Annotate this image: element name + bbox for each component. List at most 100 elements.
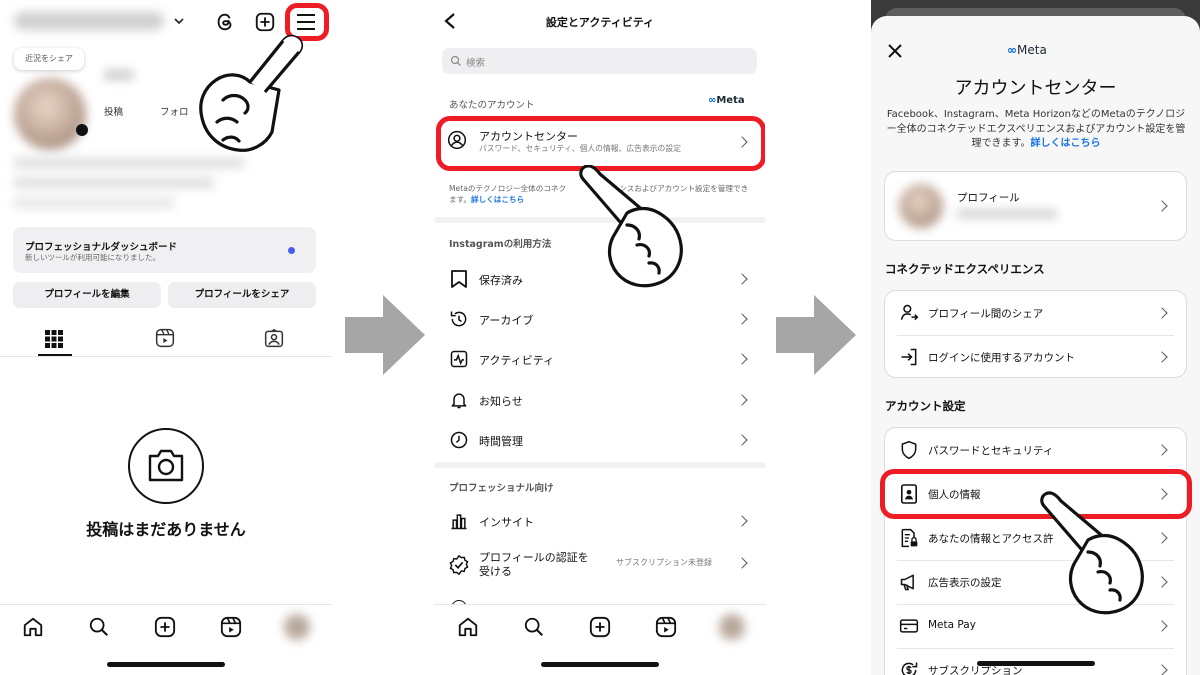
edit-profile-button[interactable]: プロフィールを編集 bbox=[13, 282, 161, 308]
archive-icon bbox=[450, 311, 467, 327]
grid-icon[interactable] bbox=[45, 330, 63, 348]
saved-label: 保存済み bbox=[479, 274, 523, 287]
settings-item-insights[interactable]: インサイト bbox=[435, 505, 765, 539]
share-profile-button[interactable]: プロフィールをシェア bbox=[168, 282, 316, 308]
professional-dashboard[interactable]: プロフェッショナルダッシュボード 新しいツールが利用可能になりました。 bbox=[13, 227, 316, 273]
profile-label: プロフィール bbox=[957, 192, 1020, 204]
clock-icon bbox=[450, 431, 468, 449]
chevron-right-icon bbox=[1156, 444, 1168, 456]
ads-label: 広告表示の設定 bbox=[928, 577, 1002, 589]
chevron-right-icon bbox=[736, 394, 748, 406]
search-icon bbox=[450, 55, 461, 66]
pointing-hand-icon bbox=[579, 165, 683, 288]
password-label: パスワードとセキュリティ bbox=[928, 445, 1054, 457]
search-icon[interactable] bbox=[88, 616, 110, 638]
connected-item-share[interactable]: プロフィール間のシェア bbox=[885, 291, 1186, 335]
username-blurred[interactable] bbox=[14, 12, 164, 30]
chevron-right-icon bbox=[1156, 664, 1168, 675]
your-info-label: あなたの情報とアクセス許 bbox=[928, 533, 1054, 545]
home-icon[interactable] bbox=[457, 616, 479, 638]
profile-names-blurred bbox=[957, 210, 1057, 218]
followers-label[interactable]: フォロ bbox=[160, 104, 189, 118]
chevron-right-icon bbox=[736, 313, 748, 325]
verified-icon bbox=[449, 554, 469, 576]
close-icon[interactable] bbox=[888, 44, 902, 58]
create-icon[interactable] bbox=[154, 616, 176, 638]
camera-icon bbox=[148, 449, 184, 482]
connected-item-login[interactable]: ログインに使用するアカウント bbox=[885, 335, 1186, 379]
tab-divider bbox=[0, 356, 332, 357]
search-icon[interactable] bbox=[523, 616, 545, 638]
menu-icon[interactable] bbox=[295, 12, 317, 32]
chevron-down-icon[interactable] bbox=[173, 16, 185, 26]
search-placeholder: 検索 bbox=[466, 58, 486, 69]
account-center-highlight bbox=[436, 116, 765, 171]
pro-label: プロフェッショナル向け bbox=[449, 483, 554, 494]
settings-item-archive[interactable]: アーカイブ bbox=[435, 303, 765, 337]
nav-divider bbox=[0, 604, 332, 605]
profile-share-icon bbox=[900, 304, 919, 321]
settings-label: アカウント設定 bbox=[885, 399, 966, 413]
chevron-right-icon bbox=[736, 353, 748, 365]
verify-label: プロフィールの認証を受ける bbox=[479, 551, 589, 578]
bell-icon bbox=[451, 393, 467, 409]
reels-icon[interactable] bbox=[220, 616, 242, 638]
account-center-screen: ∞Meta アカウントセンター Facebook、Instagram、Meta … bbox=[871, 0, 1200, 675]
shield-icon bbox=[901, 440, 917, 460]
insights-label: インサイト bbox=[479, 516, 534, 529]
chevron-right-icon bbox=[736, 557, 748, 569]
settings-item-time[interactable]: 時間管理 bbox=[435, 424, 765, 458]
archive-label: アーカイブ bbox=[479, 314, 534, 327]
subscription-icon bbox=[901, 662, 918, 675]
activity-label: アクティビティ bbox=[479, 354, 555, 367]
avatar bbox=[899, 184, 943, 228]
profile-card[interactable]: プロフィール bbox=[884, 171, 1187, 241]
activity-icon bbox=[450, 350, 468, 368]
bio-blurred bbox=[14, 198, 174, 208]
pointing-hand-icon bbox=[199, 34, 304, 152]
arrow-right-icon bbox=[776, 295, 856, 375]
time-label: 時間管理 bbox=[479, 435, 523, 448]
avatar[interactable] bbox=[14, 78, 86, 150]
learn-more-link[interactable]: 詳しくはこちら bbox=[1031, 138, 1101, 149]
card-icon bbox=[899, 619, 919, 633]
learn-more-link[interactable]: 詳しくはこちら bbox=[471, 195, 524, 204]
chevron-right-icon bbox=[1156, 620, 1168, 632]
reels-icon[interactable] bbox=[655, 616, 677, 638]
settings-item-notifications[interactable]: お知らせ bbox=[435, 384, 765, 418]
info-lock-icon bbox=[901, 528, 918, 548]
your-account-label: あなたのアカウント bbox=[449, 100, 535, 111]
usage-label: Instagramの利用方法 bbox=[449, 239, 552, 250]
login-label: ログインに使用するアカウント bbox=[928, 352, 1075, 364]
profile-avatar[interactable] bbox=[284, 614, 310, 640]
dashboard-title: プロフェッショナルダッシュボード bbox=[25, 242, 178, 253]
settings-item-activity[interactable]: アクティビティ bbox=[435, 343, 765, 377]
note-bubble[interactable]: 近況をシェア bbox=[14, 48, 84, 70]
dashboard-subtitle: 新しいツールが利用可能になりました。 bbox=[25, 253, 160, 262]
home-indicator bbox=[107, 662, 225, 667]
settings-item-verify[interactable]: プロフィールの認証を受ける サブスクリプション未登録 bbox=[435, 546, 765, 582]
reels-icon[interactable] bbox=[155, 328, 175, 348]
page-title: アカウントセンター bbox=[954, 78, 1117, 99]
profile-screen: 近況をシェア 投稿 フォロ プロフェッショナルダッシュボード 新しいツールが利用… bbox=[0, 0, 332, 675]
page-title: 設定とアクティビティ bbox=[545, 16, 655, 29]
login-icon bbox=[901, 348, 917, 366]
profile-avatar[interactable] bbox=[719, 614, 745, 640]
chevron-right-icon bbox=[1156, 200, 1168, 212]
posts-count bbox=[104, 70, 134, 80]
arrow-right-icon bbox=[345, 295, 425, 375]
home-indicator bbox=[977, 661, 1095, 666]
meta-logo: ∞Meta bbox=[708, 95, 745, 106]
settings-item-password[interactable]: パスワードとセキュリティ bbox=[885, 428, 1186, 472]
verify-status: サブスクリプション未登録 bbox=[616, 558, 712, 567]
search-input[interactable]: 検索 bbox=[442, 48, 757, 74]
chevron-right-icon bbox=[1156, 576, 1168, 588]
tagged-icon[interactable] bbox=[264, 328, 284, 348]
insights-icon bbox=[451, 514, 467, 530]
chevron-right-icon bbox=[736, 515, 748, 527]
settings-screen: 設定とアクティビティ 検索 あなたのアカウント ∞Meta アカウントセンター … bbox=[435, 0, 765, 675]
home-icon[interactable] bbox=[22, 616, 44, 638]
megaphone-icon bbox=[900, 574, 914, 591]
create-icon[interactable] bbox=[589, 616, 611, 638]
chevron-right-icon bbox=[1156, 351, 1168, 363]
